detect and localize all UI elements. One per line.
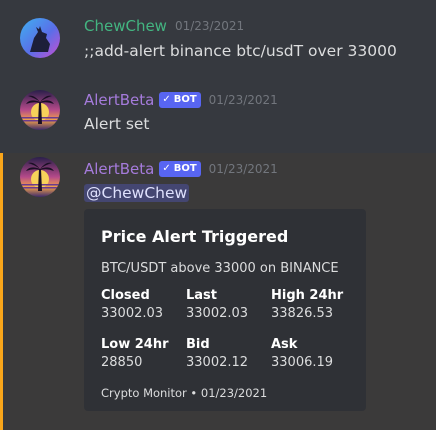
checkmark-icon: ✓ xyxy=(162,163,171,174)
field-bid: Bid 33002.12 xyxy=(186,337,271,370)
field-last: Last 33002.03 xyxy=(186,288,271,321)
username[interactable]: ChewChew xyxy=(84,17,167,35)
message-text: Alert set xyxy=(84,115,150,133)
field-low-24hr: Low 24hr 28850 xyxy=(101,337,186,370)
embed-fields: Closed 33002.03 Last 33002.03 High 24hr … xyxy=(101,288,350,388)
message-2: AlertBeta ✓ BOT 01/23/2021 Alert set xyxy=(0,76,436,153)
field-name: Low 24hr xyxy=(101,337,169,352)
bot-tag: ✓ BOT xyxy=(159,161,201,177)
field-value: 33002.03 xyxy=(101,306,164,321)
message-2-header: AlertBeta ✓ BOT 01/23/2021 xyxy=(84,91,278,109)
field-value: 28850 xyxy=(101,355,143,370)
field-value: 33002.12 xyxy=(186,355,249,370)
field-name: Ask xyxy=(271,337,298,352)
field-name: Bid xyxy=(186,337,210,352)
field-value: 33006.19 xyxy=(271,355,334,370)
field-name: Closed xyxy=(101,288,150,303)
message-1-header: ChewChew 01/23/2021 xyxy=(84,17,244,35)
field-closed: Closed 33002.03 xyxy=(101,288,186,321)
embed-footer: Crypto Monitor • 01/23/2021 xyxy=(101,386,268,400)
bot-tag: ✓ BOT xyxy=(159,92,201,108)
message-text: @ChewChew xyxy=(84,184,190,202)
message-text: ;;add-alert binance btc/usdT over 33000 xyxy=(84,42,397,60)
username[interactable]: AlertBeta xyxy=(84,160,154,178)
field-name: High 24hr xyxy=(271,288,344,303)
alertbeta-avatar[interactable] xyxy=(20,90,60,130)
bot-tag-label: BOT xyxy=(173,163,197,174)
message-1: ChewChew 01/23/2021 ;;add-alert binance … xyxy=(0,0,436,76)
checkmark-icon: ✓ xyxy=(162,94,171,105)
username[interactable]: AlertBeta xyxy=(84,91,154,109)
field-name: Last xyxy=(186,288,218,303)
embed-description: BTC/USDT above 33000 on BINANCE xyxy=(101,261,339,276)
alert-embed: Price Alert Triggered BTC/USDT above 330… xyxy=(84,209,366,411)
alertbeta-avatar[interactable] xyxy=(20,157,60,197)
timestamp: 01/23/2021 xyxy=(208,162,278,176)
field-high-24hr: High 24hr 33826.53 xyxy=(271,288,356,321)
bot-tag-label: BOT xyxy=(173,94,197,105)
chewchew-avatar[interactable] xyxy=(20,18,60,58)
field-ask: Ask 33006.19 xyxy=(271,337,356,370)
embed-title: Price Alert Triggered xyxy=(101,227,289,246)
user-mention[interactable]: @ChewChew xyxy=(84,184,190,202)
message-3-header: AlertBeta ✓ BOT 01/23/2021 xyxy=(84,160,278,178)
field-value: 33826.53 xyxy=(271,306,334,321)
timestamp: 01/23/2021 xyxy=(208,93,278,107)
timestamp: 01/23/2021 xyxy=(174,19,245,33)
field-value: 33002.03 xyxy=(186,306,249,321)
